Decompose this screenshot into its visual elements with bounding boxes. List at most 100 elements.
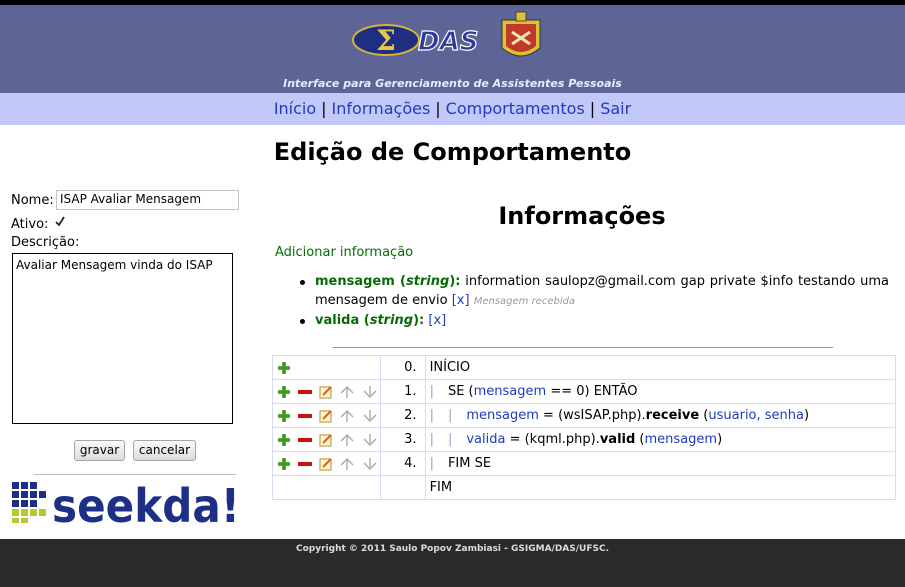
code-text: = (kqml.php). [505,432,600,447]
delete-info-link[interactable]: [x] [428,313,446,328]
row-actions [272,355,381,380]
code-variable: valida [466,432,506,447]
delete-info-link[interactable]: [x] [452,293,470,308]
code-variable: mensagem [644,432,718,447]
move-up-icon[interactable] [339,433,355,447]
row-actions [272,451,381,476]
code-variable: mensagem [466,408,539,423]
header: Σ DAS Interface para Gerenciamento de As… [0,5,905,93]
das-logo: Σ DAS [352,11,541,58]
nav-separator: | [435,99,441,118]
remove-icon[interactable] [297,385,313,399]
seekda-logo[interactable]: seekda! [12,480,240,524]
move-up-icon[interactable] [339,409,355,423]
table-row: 1. | SE (mensagem == 0) ENTÃO [272,379,897,404]
nav-item-comportamentos[interactable]: Comportamentos [446,99,585,118]
name-input[interactable]: ISAP Avaliar Mensagem [56,190,239,210]
page-title: Edição de Comportamento [273,138,632,166]
add-icon[interactable] [277,433,291,447]
svg-text:DAS: DAS [418,27,478,57]
add-icon[interactable] [277,361,291,375]
row-number: 4. [379,451,426,476]
table-row: 4. | FIM SE [272,451,897,476]
indent-pipe: | [447,408,453,423]
row-actions [272,427,381,452]
row-code: | SE (mensagem == 0) ENTÃO [424,379,897,404]
code-text: SE ( [447,384,474,399]
divider [333,347,833,348]
edit-icon[interactable] [319,385,333,399]
info-list: mensagem (string): information saulopz@g… [300,272,889,330]
active-checkbox[interactable] [54,216,66,228]
move-up-icon[interactable] [339,385,355,399]
indent-pipe: | [429,456,434,471]
remove-icon[interactable] [297,457,313,471]
add-icon[interactable] [277,385,291,399]
row-number: 2. [379,403,426,428]
code-function: valid [599,432,636,447]
description-textarea[interactable]: Avaliar Mensagem vinda do ISAP [12,253,233,424]
code-text: = (wsISAP.php). [538,408,646,423]
move-down-icon[interactable] [362,433,378,447]
add-info-link[interactable]: Adicionar informação [275,245,413,260]
copyright-text: Copyright © 2011 Saulo Popov Zambiasi - … [296,544,609,554]
code-text: ) [717,432,723,447]
remove-icon[interactable] [297,409,313,423]
name-label: Nome: [11,193,54,208]
row-actions [272,475,381,500]
row-actions [272,379,381,404]
row-code: | FIM SE [424,451,897,476]
move-down-icon[interactable] [362,385,378,399]
info-note: Mensagem recebida [473,296,576,307]
active-label: Ativo: [11,217,49,232]
code-function: receive [645,408,700,423]
code-text: ( [635,432,645,447]
list-item: valida (string): [x] [300,311,889,330]
nav-item-inicio[interactable]: Início [274,99,316,118]
move-down-icon[interactable] [362,457,378,471]
edit-icon[interactable] [319,409,333,423]
description-label: Descrição: [11,235,80,250]
row-number: 3. [379,427,426,452]
add-icon[interactable] [277,457,291,471]
table-row: 0. INÍCIO [272,355,897,380]
divider [34,474,236,475]
indent-pipe: | [429,408,434,423]
nav-item-informacoes[interactable]: Informações [332,99,431,118]
table-row: FIM [272,475,897,500]
indent-pipe: | [447,432,453,447]
remove-icon[interactable] [297,433,313,447]
edit-icon[interactable] [319,433,333,447]
info-type-open: ( [359,313,370,328]
info-section-title: Informações [498,202,666,230]
info-type-open: ( [394,274,406,289]
svg-text:seekda!: seekda! [52,480,240,524]
info-type: string [369,313,414,328]
header-subtitle: Interface para Gerenciamento de Assisten… [283,77,622,90]
row-number: 1. [379,379,426,404]
move-down-icon[interactable] [362,409,378,423]
move-up-icon[interactable] [339,457,355,471]
indent-pipe: | [429,432,434,447]
table-row: 2. | | mensagem = (wsISAP.php).receive (us… [272,403,897,428]
code-text: INÍCIO [429,360,471,375]
nav-item-sair[interactable]: Sair [600,99,631,118]
info-type-close: ): [413,313,425,328]
main-nav: Início | Informações | Comportamentos | Sair [0,93,905,125]
info-type-close: ): [449,274,461,289]
code-text: ) [803,408,810,423]
row-code: FIM [424,475,897,500]
save-button[interactable]: gravar [74,440,125,461]
edit-icon[interactable] [319,457,333,471]
nav-separator: | [589,99,596,118]
info-name: valida [315,313,360,328]
footer: Copyright © 2011 Saulo Popov Zambiasi - … [0,539,905,587]
svg-text:Σ: Σ [376,24,396,57]
cancel-button[interactable]: cancelar [133,440,196,461]
code-text: ( [699,408,709,423]
code-variable: mensagem [473,384,547,399]
list-item: mensagem (string): information saulopz@g… [300,272,889,311]
add-icon[interactable] [277,409,291,423]
nav-separator: | [321,99,327,118]
code-variable: usuario, senha [708,408,804,423]
